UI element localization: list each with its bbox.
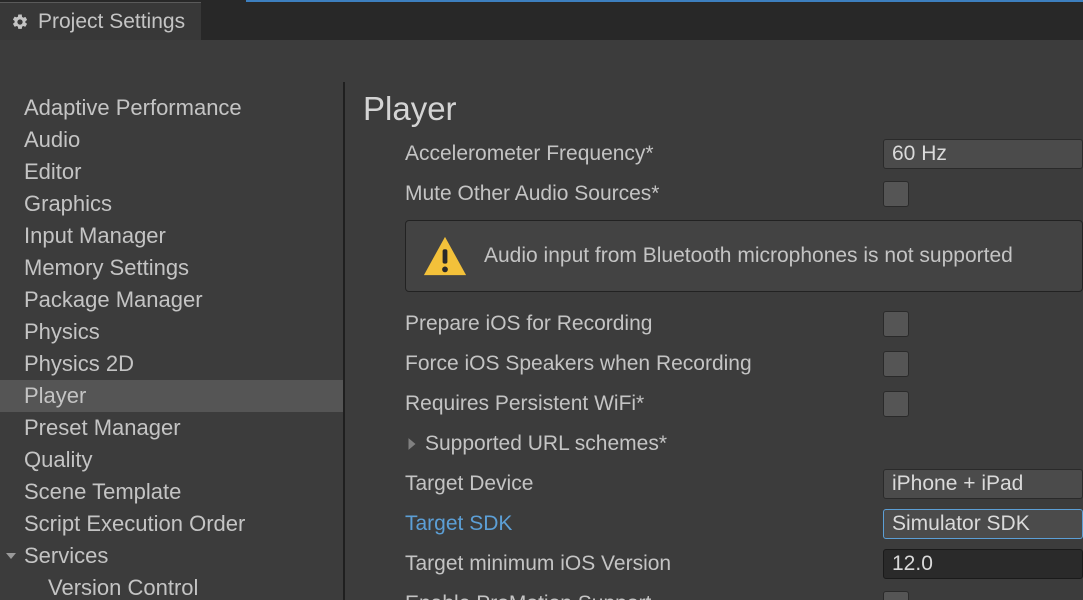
- sidebar-item-package-manager[interactable]: Package Manager: [0, 284, 343, 316]
- tab-title: Project Settings: [38, 10, 185, 34]
- sidebar-item-memory-settings[interactable]: Memory Settings: [0, 252, 343, 284]
- warning-text: Audio input from Bluetooth microphones i…: [484, 244, 1013, 268]
- label-prepare-recording: Prepare iOS for Recording: [405, 312, 883, 336]
- tab-bar: Project Settings: [0, 0, 1083, 40]
- sidebar-item-physics-2d[interactable]: Physics 2D: [0, 348, 343, 380]
- row-target-device: Target Device iPhone + iPad: [405, 464, 1083, 504]
- label-persistent-wifi: Requires Persistent WiFi*: [405, 392, 883, 416]
- row-persistent-wifi: Requires Persistent WiFi*: [405, 384, 1083, 424]
- sidebar-item-script-execution-order[interactable]: Script Execution Order: [0, 508, 343, 540]
- sidebar-item-scene-template[interactable]: Scene Template: [0, 476, 343, 508]
- sidebar-item-version-control[interactable]: Version Control: [0, 572, 343, 600]
- sidebar-item-audio[interactable]: Audio: [0, 124, 343, 156]
- dropdown-accelerometer[interactable]: 60 Hz: [883, 139, 1083, 169]
- main-area: Adaptive Performance Audio Editor Graphi…: [0, 40, 1083, 600]
- label-accelerometer: Accelerometer Frequency*: [405, 142, 883, 166]
- sidebar-item-player[interactable]: Player: [0, 380, 343, 412]
- row-prepare-recording: Prepare iOS for Recording: [405, 304, 1083, 344]
- label-force-speakers: Force iOS Speakers when Recording: [405, 352, 883, 376]
- checkbox-mute-other[interactable]: [883, 181, 909, 207]
- dropdown-target-device[interactable]: iPhone + iPad: [883, 469, 1083, 499]
- row-mute-other: Mute Other Audio Sources*: [405, 174, 1083, 214]
- checkbox-promotion[interactable]: [883, 591, 909, 600]
- sidebar-item-input-manager[interactable]: Input Manager: [0, 220, 343, 252]
- label-target-device: Target Device: [405, 472, 883, 496]
- content-panel: Player Accelerometer Frequency* 60 Hz Mu…: [345, 82, 1083, 600]
- sidebar-item-services[interactable]: Services: [0, 540, 343, 572]
- checkbox-prepare-recording[interactable]: [883, 311, 909, 337]
- label-target-sdk: Target SDK: [405, 512, 883, 536]
- row-accelerometer: Accelerometer Frequency* 60 Hz: [405, 134, 1083, 174]
- settings-body: Accelerometer Frequency* 60 Hz Mute Othe…: [363, 132, 1083, 600]
- sidebar: Adaptive Performance Audio Editor Graphi…: [0, 82, 345, 600]
- sidebar-item-editor[interactable]: Editor: [0, 156, 343, 188]
- dropdown-target-sdk[interactable]: Simulator SDK: [883, 509, 1083, 539]
- input-min-ios[interactable]: 12.0: [883, 549, 1083, 579]
- sidebar-item-preset-manager[interactable]: Preset Manager: [0, 412, 343, 444]
- sidebar-item-adaptive-performance[interactable]: Adaptive Performance: [0, 92, 343, 124]
- row-force-speakers: Force iOS Speakers when Recording: [405, 344, 1083, 384]
- chevron-down-icon[interactable]: [4, 549, 18, 563]
- sidebar-item-physics[interactable]: Physics: [0, 316, 343, 348]
- sidebar-item-quality[interactable]: Quality: [0, 444, 343, 476]
- page-title: Player: [363, 90, 1083, 128]
- chevron-right-icon: [405, 437, 419, 451]
- foldout-url-schemes[interactable]: Supported URL schemes*: [405, 424, 1083, 464]
- checkbox-persistent-wifi[interactable]: [883, 391, 909, 417]
- checkbox-force-speakers[interactable]: [883, 351, 909, 377]
- row-promotion: Enable ProMotion Support: [405, 584, 1083, 600]
- gear-icon: [10, 12, 30, 32]
- warning-box: Audio input from Bluetooth microphones i…: [405, 220, 1083, 292]
- label-mute-other: Mute Other Audio Sources*: [405, 182, 883, 206]
- sidebar-item-graphics[interactable]: Graphics: [0, 188, 343, 220]
- warning-icon: [422, 233, 468, 279]
- label-min-ios: Target minimum iOS Version: [405, 552, 883, 576]
- row-min-ios: Target minimum iOS Version 12.0: [405, 544, 1083, 584]
- label-promotion: Enable ProMotion Support: [405, 592, 883, 600]
- row-target-sdk: Target SDK Simulator SDK: [405, 504, 1083, 544]
- tab-project-settings[interactable]: Project Settings: [0, 2, 201, 40]
